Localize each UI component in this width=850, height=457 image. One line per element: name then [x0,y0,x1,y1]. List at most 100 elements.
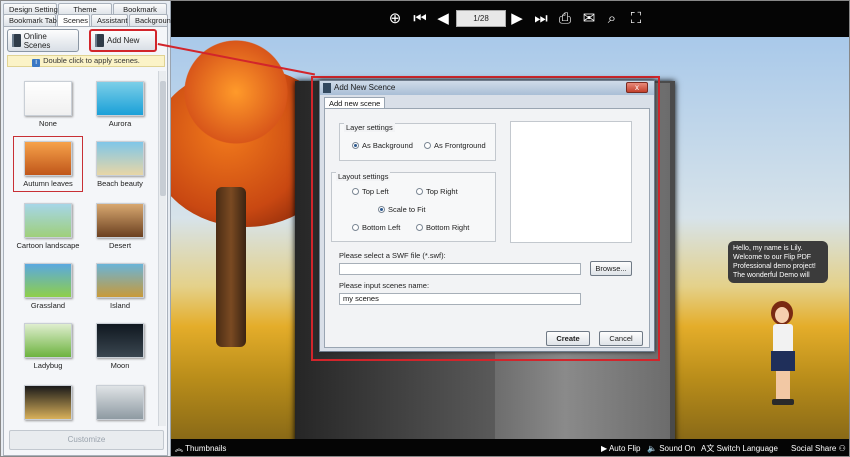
scene-item[interactable]: Moon [85,323,155,370]
fullscreen-icon[interactable]: ⛶ [627,10,645,28]
scene-thumbnail [24,385,72,420]
social-share-button[interactable]: Social Share ⚇ [791,442,846,455]
scene-name-label: Please input scenes name: [339,281,430,290]
tab-background[interactable]: Background [129,14,175,26]
thumbnails-button[interactable]: ︽ Thumbnails [175,442,226,455]
scene-item[interactable]: Cartoon landscape [13,203,83,250]
scene-thumbnail [96,203,144,238]
viewer-bottom-bar: ︽ Thumbnails ▶ Auto Flip 🔈 Sound On A文 S… [171,439,849,456]
scene-thumbnail [24,323,72,358]
scene-item[interactable]: Island [85,263,155,310]
tree-trunk [216,187,246,347]
scene-item[interactable]: Aurora [85,81,155,128]
top-right-label: Top Right [426,187,458,196]
assistant-legs [776,371,790,401]
first-page-icon[interactable]: ⏮ [411,10,429,28]
radio-unchecked-icon [352,188,359,195]
switch-language-button[interactable]: A文 Switch Language [701,442,778,455]
as-frontground-radio[interactable]: As Frontground [424,141,486,150]
add-new-button[interactable]: Add New [89,29,157,52]
radio-checked-icon [352,142,359,149]
info-icon: i [32,59,41,67]
auto-flip-label: Auto Flip [608,444,641,453]
scale-to-fit-label: Scale to Fit [388,205,426,214]
add-new-label: Add New [107,36,140,45]
layer-settings-group: Layer settings As Background As Frontgro… [339,123,496,161]
switch-language-label: Switch Language [716,444,778,453]
print-icon[interactable]: ⎙ [556,10,574,28]
book-icon [95,34,104,47]
online-scenes-button[interactable]: Online Scenes [7,29,79,52]
dialog-titlebar[interactable]: Add New Scence x [320,81,654,95]
social-share-label: Social Share [791,444,837,453]
scene-item[interactable]: Ladybug [13,323,83,370]
scale-to-fit-radio[interactable]: Scale to Fit [378,205,426,214]
hint-text: Double click to apply scenes. [43,56,140,65]
tab-bookmark-tabs[interactable]: Bookmark Tabs [3,14,61,26]
scenes-grid: None Aurora Autumn leaves Beach beauty Carto… [7,73,157,423]
browse-button[interactable]: Browse... [590,261,632,276]
zoom-in-icon[interactable]: ⊕ [386,10,404,28]
previous-page-icon[interactable]: ◀ [434,10,452,28]
dialog-title: Add New Scence [334,83,396,92]
sound-button[interactable]: 🔈 Sound On [647,442,695,455]
book-icon [12,34,21,47]
close-button[interactable]: x [626,82,648,93]
as-background-radio[interactable]: As Background [352,141,413,150]
scene-label: Aurora [108,119,132,128]
assistant-speech-bubble: Hello, my name is Lily. Welcome to our F… [728,241,828,283]
page-number-input[interactable]: 1/28 [456,10,506,27]
scene-item[interactable]: None [13,81,83,128]
as-background-label: As Background [362,141,413,150]
scene-label: Ladybug [33,361,63,370]
email-icon[interactable]: ✉ [580,10,598,28]
search-icon[interactable]: ⌕ [603,10,621,28]
scene-item[interactable] [13,385,83,423]
scene-thumbnail [96,385,144,420]
as-frontground-label: As Frontground [434,141,486,150]
scene-item[interactable]: Grassland [13,263,83,310]
scene-label: None [39,119,57,128]
radio-unchecked-icon [416,224,423,231]
speaker-icon: 🔈 [647,444,657,453]
top-left-radio[interactable]: Top Left [352,187,389,196]
scene-thumbnail [24,141,72,176]
layout-settings-title: Layout settings [336,172,391,181]
tab-assistant[interactable]: Assistant [91,14,128,26]
scene-item[interactable]: Beach beauty [85,141,155,188]
scene-name-input[interactable]: my scenes [339,293,581,305]
tab-row-bottom: Bookmark Tabs Scenes Assistant Backgroun… [3,14,175,26]
scenes-scrollbar[interactable] [158,71,166,426]
create-button[interactable]: Create [546,331,590,346]
radio-unchecked-icon [416,188,423,195]
bottom-left-label: Bottom Left [362,223,401,232]
bottom-right-radio[interactable]: Bottom Right [416,223,469,232]
scene-thumbnail [96,323,144,358]
dialog-body: Layer settings As Background As Frontgro… [324,108,650,348]
last-page-icon[interactable]: ⏭ [532,10,550,28]
add-new-scene-dialog: Add New Scence x Add new scene Layer set… [319,80,655,352]
auto-flip-button[interactable]: ▶ Auto Flip [601,442,641,455]
top-right-radio[interactable]: Top Right [416,187,458,196]
scene-item[interactable]: Desert [85,203,155,250]
scene-preview [510,121,632,243]
scene-label: Desert [108,241,132,250]
tab-scenes[interactable]: Scenes [57,14,90,26]
scene-thumbnail [24,263,72,298]
bottom-left-radio[interactable]: Bottom Left [352,223,400,232]
next-page-icon[interactable]: ▶ [508,10,526,28]
scene-item[interactable]: Autumn leaves [13,136,83,192]
scene-thumbnail [24,203,72,238]
assistant-face [775,307,789,323]
scene-thumbnail [24,81,72,116]
scrollbar-thumb[interactable] [160,81,166,196]
customize-button[interactable]: Customize [9,430,164,450]
play-icon: ▶ [601,444,608,453]
cancel-button[interactable]: Cancel [599,331,643,346]
chevron-up-icon: ︽ [175,444,183,453]
sound-on-label: Sound On [659,444,696,453]
scene-item[interactable] [85,385,155,423]
assistant-skirt [771,351,795,371]
scene-label: Moon [110,361,130,370]
swf-file-input[interactable] [339,263,581,275]
